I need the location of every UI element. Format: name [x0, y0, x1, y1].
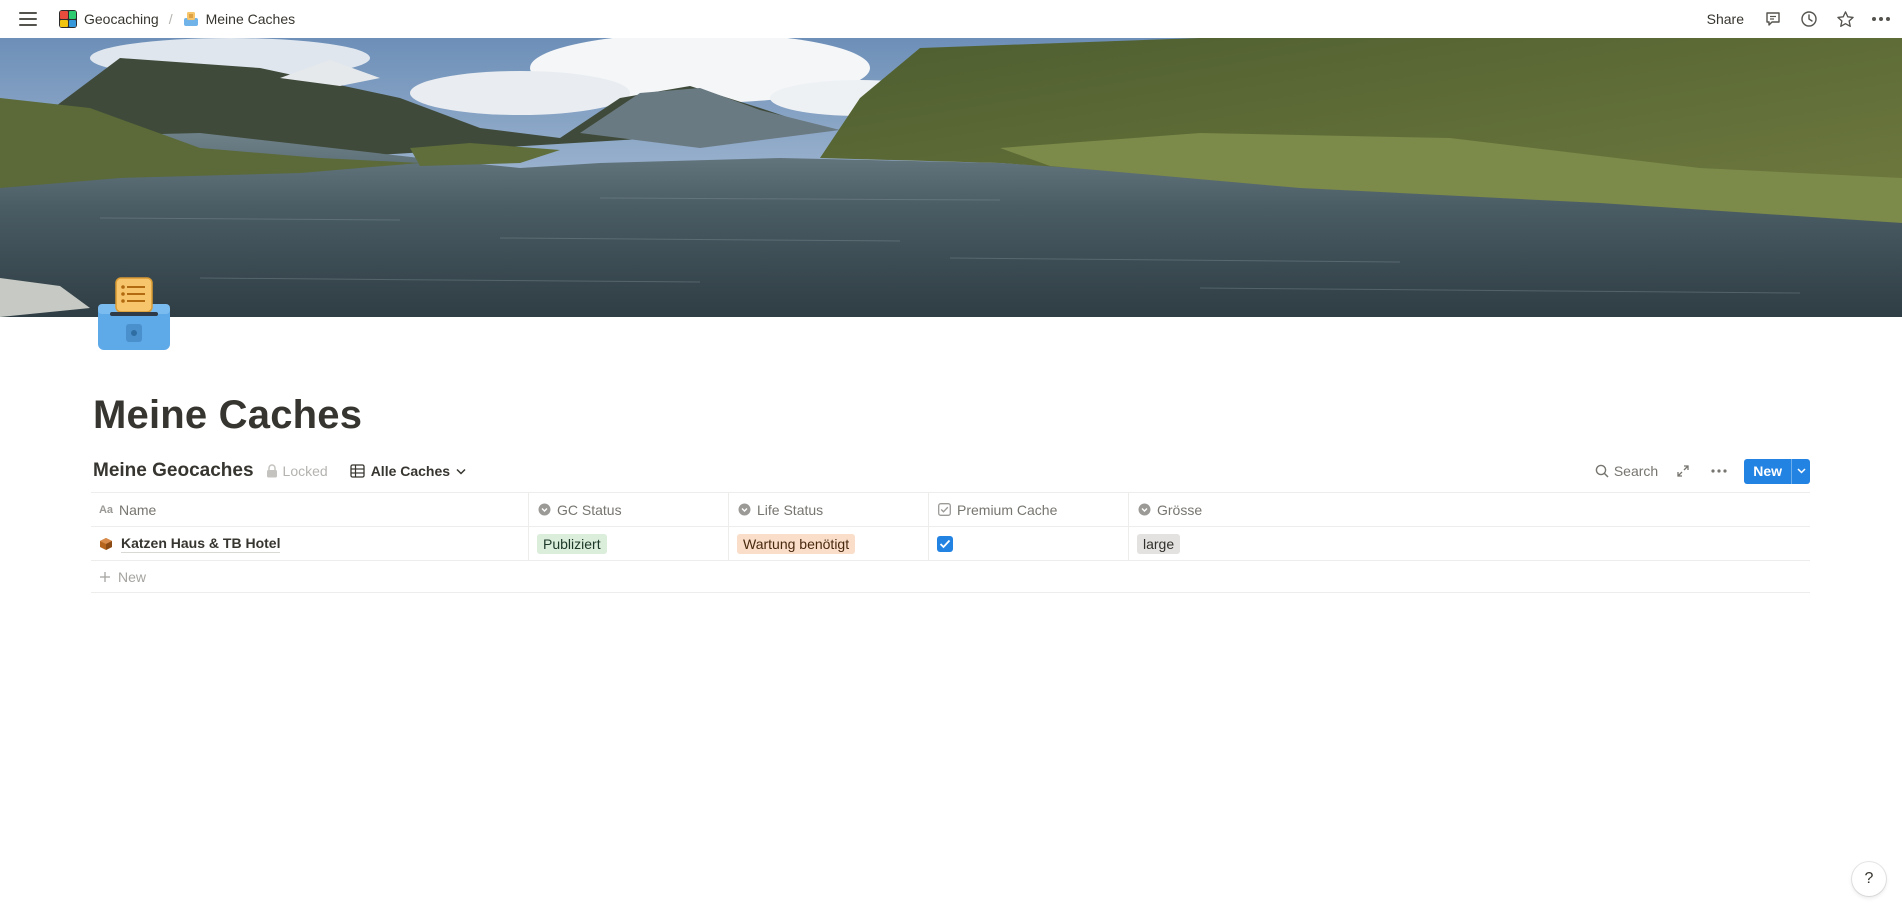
size-badge: large	[1137, 533, 1181, 554]
search-button[interactable]: Search	[1595, 463, 1658, 479]
breadcrumb-separator: /	[168, 11, 173, 27]
column-header-name[interactable]: Aa Name	[91, 493, 529, 526]
database-more-icon[interactable]	[1708, 460, 1730, 482]
history-clock-icon[interactable]	[1798, 8, 1820, 30]
search-label: Search	[1613, 463, 1659, 479]
row-title[interactable]: Katzen Haus & TB Hotel	[121, 535, 281, 553]
workspace-icon	[59, 10, 77, 28]
checkbox-property-icon	[937, 503, 951, 517]
breadcrumb-workspace-label: Geocaching	[84, 11, 159, 27]
page-icon	[183, 12, 198, 26]
star-icon[interactable]	[1834, 8, 1856, 30]
lock-icon	[266, 464, 277, 478]
page-cover-image	[0, 38, 1902, 317]
column-header-gc-status[interactable]: GC Status	[529, 493, 729, 526]
table-view-icon	[350, 464, 365, 478]
comments-icon[interactable]	[1762, 8, 1784, 30]
locked-label: Locked	[282, 463, 328, 479]
page-icon[interactable]	[96, 276, 172, 352]
status-badge: Wartung benötigt	[737, 533, 856, 554]
page-title[interactable]: Meine Caches	[93, 393, 362, 438]
column-header-label: Premium Cache	[957, 501, 1058, 518]
column-header-life-status[interactable]: Life Status	[729, 493, 929, 526]
premium-checkbox[interactable]	[937, 535, 953, 552]
column-header-label: Grösse	[1157, 501, 1203, 518]
cell-premium-cache[interactable]	[929, 527, 1129, 560]
select-property-icon	[737, 503, 751, 517]
cell-groesse[interactable]: large	[1129, 527, 1810, 560]
topbar: Geocaching / Meine Caches Share	[0, 0, 1902, 38]
checkmark-icon	[939, 539, 951, 548]
database-title[interactable]: Meine Geocaches	[93, 460, 254, 482]
table-header-row: Aa Name GC Status Life Status Premium Ca…	[91, 492, 1810, 526]
column-header-premium-cache[interactable]: Premium Cache	[929, 493, 1129, 526]
column-header-label: Name	[119, 501, 157, 518]
new-dropdown-chevron-icon[interactable]	[1791, 458, 1810, 484]
column-header-groesse[interactable]: Grösse	[1129, 493, 1810, 526]
search-icon	[1595, 464, 1609, 478]
text-property-icon: Aa	[98, 503, 114, 516]
new-button-label: New	[1753, 462, 1782, 479]
cache-box-icon	[100, 537, 112, 550]
status-badge: Publiziert	[537, 533, 607, 554]
cell-life-status[interactable]: Wartung benötigt	[729, 527, 929, 560]
chevron-down-icon	[456, 468, 466, 475]
view-selector[interactable]: Alle Caches	[346, 460, 470, 482]
table-row[interactable]: Katzen Haus & TB Hotel Publiziert Wartun…	[91, 526, 1810, 560]
breadcrumb-page-label: Meine Caches	[205, 11, 296, 27]
view-name: Alle Caches	[370, 463, 451, 479]
breadcrumb-workspace[interactable]: Geocaching	[53, 8, 165, 30]
database-table: Aa Name GC Status Life Status Premium Ca…	[91, 492, 1810, 593]
add-row-label: New	[118, 568, 147, 585]
new-button[interactable]: New	[1744, 458, 1810, 484]
add-row-button[interactable]: New	[91, 560, 1810, 593]
column-header-label: GC Status	[557, 501, 622, 518]
cell-name[interactable]: Katzen Haus & TB Hotel	[91, 527, 529, 560]
locked-indicator[interactable]: Locked	[266, 463, 328, 479]
column-header-label: Life Status	[757, 501, 824, 518]
select-property-icon	[537, 503, 551, 517]
expand-icon[interactable]	[1672, 460, 1694, 482]
select-property-icon	[1137, 503, 1151, 517]
help-button[interactable]: ?	[1852, 862, 1886, 896]
share-button[interactable]: Share	[1703, 8, 1748, 30]
database-header: Meine Geocaches Locked Alle Caches Searc…	[93, 456, 1810, 486]
plus-icon	[100, 571, 110, 582]
cell-gc-status[interactable]: Publiziert	[529, 527, 729, 560]
more-options-icon[interactable]	[1870, 8, 1892, 30]
breadcrumb-page[interactable]: Meine Caches	[177, 9, 302, 29]
menu-icon[interactable]	[19, 12, 37, 26]
